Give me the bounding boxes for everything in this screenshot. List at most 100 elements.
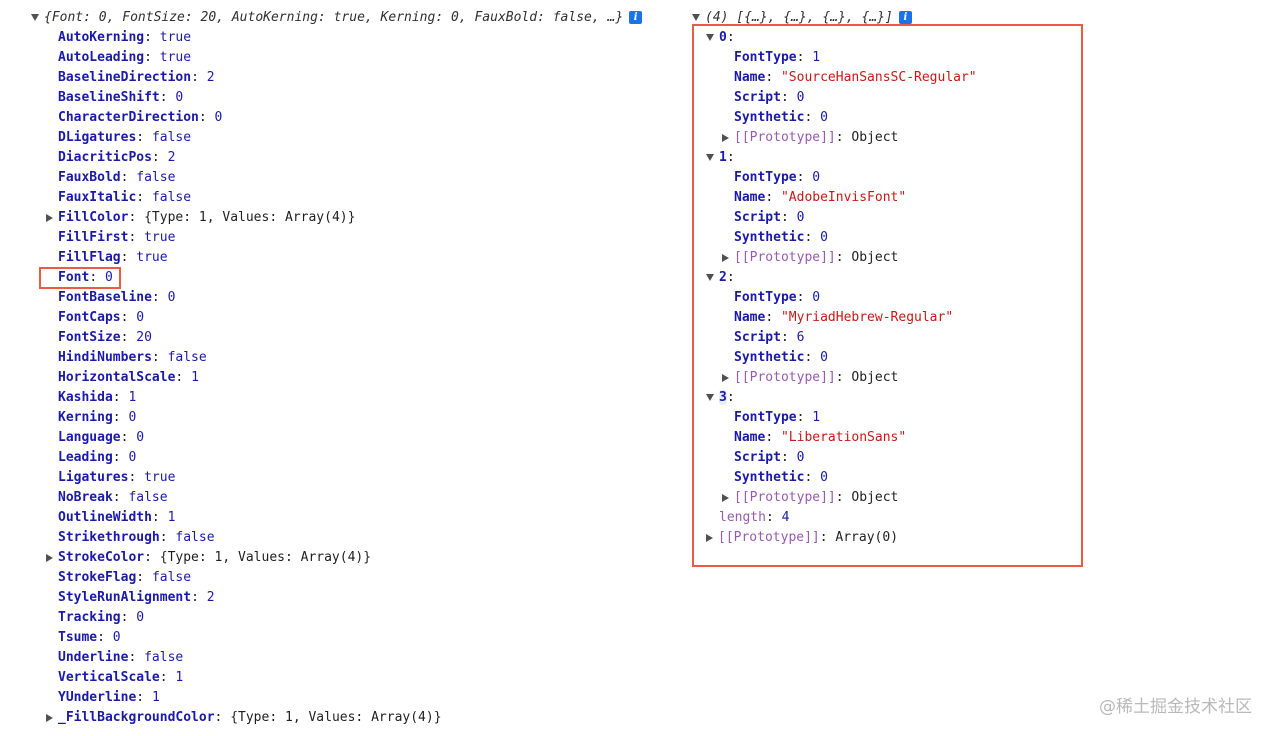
colon: : [175, 370, 192, 385]
colon: : [128, 650, 145, 665]
property-row-hindinumbers: HindiNumbers: false [58, 348, 207, 368]
property-row-characterdirection: CharacterDirection: 0 [58, 108, 222, 128]
colon: : [128, 470, 145, 485]
property-key: StyleRunAlignment [58, 590, 192, 605]
property-value: true [159, 50, 192, 65]
colon: : [120, 610, 137, 625]
colon: : [112, 450, 129, 465]
expand-triangle-icon[interactable] [46, 713, 53, 722]
property-row-strokecolor[interactable]: StrokeColor: {Type: 1, Values: Array(4)} [46, 548, 371, 568]
property-value: 0 [175, 90, 184, 105]
colon: : [120, 250, 137, 265]
property-value: true [159, 30, 192, 45]
property-value: false [151, 130, 192, 145]
property-row-language: Language: 0 [58, 428, 144, 448]
property-value: 1 [175, 670, 184, 685]
property-value: true [144, 470, 176, 485]
property-row-baselinedirection: BaselineDirection: 2 [58, 68, 215, 88]
property-value: 0 [128, 410, 137, 425]
colon: : [128, 230, 145, 245]
property-value: false [136, 170, 176, 185]
expand-triangle-icon[interactable] [692, 14, 700, 21]
property-key: AutoKerning [58, 30, 145, 45]
property-value: 20 [136, 330, 152, 345]
property-key: Kerning [58, 410, 113, 425]
property-key: Language [58, 430, 121, 445]
property-row-fillcolor[interactable]: FillColor: {Type: 1, Values: Array(4)} [46, 208, 355, 228]
property-key: YUnderline [58, 690, 137, 705]
colon: : [128, 210, 145, 225]
colon: : [144, 50, 160, 65]
property-key: StrokeColor [58, 550, 145, 565]
colon: : [151, 290, 168, 305]
property-value: 2 [206, 590, 215, 605]
info-icon[interactable]: i [629, 11, 643, 24]
property-value: false [128, 490, 168, 505]
expand-triangle-icon[interactable] [46, 213, 53, 222]
colon: : [214, 710, 231, 725]
property-key: Underline [58, 650, 129, 665]
colon: : [97, 630, 113, 645]
property-key: FontSize [58, 330, 121, 345]
property-row-fontsize: FontSize: 20 [58, 328, 152, 348]
property-value: true [136, 250, 168, 265]
property-key: FauxItalic [58, 190, 137, 205]
property-row-kerning: Kerning: 0 [58, 408, 136, 428]
property-row-baselineshift: BaselineShift: 0 [58, 88, 183, 108]
property-key: HindiNumbers [58, 350, 152, 365]
property-key: NoBreak [58, 490, 113, 505]
colon: : [144, 30, 160, 45]
property-row-fontcaps: FontCaps: 0 [58, 308, 144, 328]
colon: : [136, 690, 152, 705]
colon: : [112, 390, 129, 405]
colon: : [151, 150, 168, 165]
property-row-outlinewidth: OutlineWidth: 1 [58, 508, 175, 528]
property-value: 1 [167, 510, 176, 525]
property-value: false [151, 190, 192, 205]
colon: : [136, 190, 152, 205]
colon: : [112, 410, 129, 425]
property-row-fillbackgroundcolor[interactable]: _FillBackgroundColor: {Type: 1, Values: … [46, 708, 442, 728]
property-row-fontbaseline: FontBaseline: 0 [58, 288, 175, 308]
property-row-diacriticpos: DiacriticPos: 2 [58, 148, 175, 168]
colon: : [191, 590, 207, 605]
fonts-array-highlight-box [692, 24, 1083, 567]
property-value: 1 [151, 690, 160, 705]
colon: : [144, 550, 160, 565]
property-key: FauxBold [58, 170, 121, 185]
info-icon[interactable]: i [898, 11, 912, 24]
expand-triangle-icon[interactable] [46, 553, 53, 562]
colon: : [120, 330, 137, 345]
property-value: 0 [128, 450, 137, 465]
property-value: true [144, 230, 176, 245]
property-key: Leading [58, 450, 113, 465]
property-key: FontBaseline [58, 290, 152, 305]
expand-triangle-icon[interactable] [31, 14, 39, 21]
property-key: AutoLeading [58, 50, 145, 65]
property-value: false [167, 350, 207, 365]
property-key: FillColor [58, 210, 129, 225]
property-key: DLigatures [58, 130, 137, 145]
property-row-autokerning: AutoKerning: true [58, 28, 191, 48]
colon: : [191, 70, 207, 85]
colon: : [120, 310, 137, 325]
property-value: 1 [128, 390, 137, 405]
colon: : [198, 110, 215, 125]
property-key: Strikethrough [58, 530, 160, 545]
property-value: false [175, 530, 215, 545]
property-key: Kashida [58, 390, 113, 405]
property-value: 0 [167, 290, 176, 305]
object-summary-row[interactable]: {Font: 0, FontSize: 20, AutoKerning: tru… [31, 8, 643, 28]
property-key: Ligatures [58, 470, 129, 485]
property-value: {Type: 1, Values: Array(4)} [230, 710, 442, 725]
property-key: OutlineWidth [58, 510, 152, 525]
colon: : [151, 350, 168, 365]
object-summary: {Font: 0, FontSize: 20, AutoKerning: tru… [44, 10, 624, 25]
property-row-tracking: Tracking: 0 [58, 608, 144, 628]
property-value: false [144, 650, 184, 665]
property-row-horizontalscale: HorizontalScale: 1 [58, 368, 199, 388]
property-row-ligatures: Ligatures: true [58, 468, 175, 488]
colon: : [120, 430, 137, 445]
property-row-kashida: Kashida: 1 [58, 388, 136, 408]
property-value: false [151, 570, 192, 585]
